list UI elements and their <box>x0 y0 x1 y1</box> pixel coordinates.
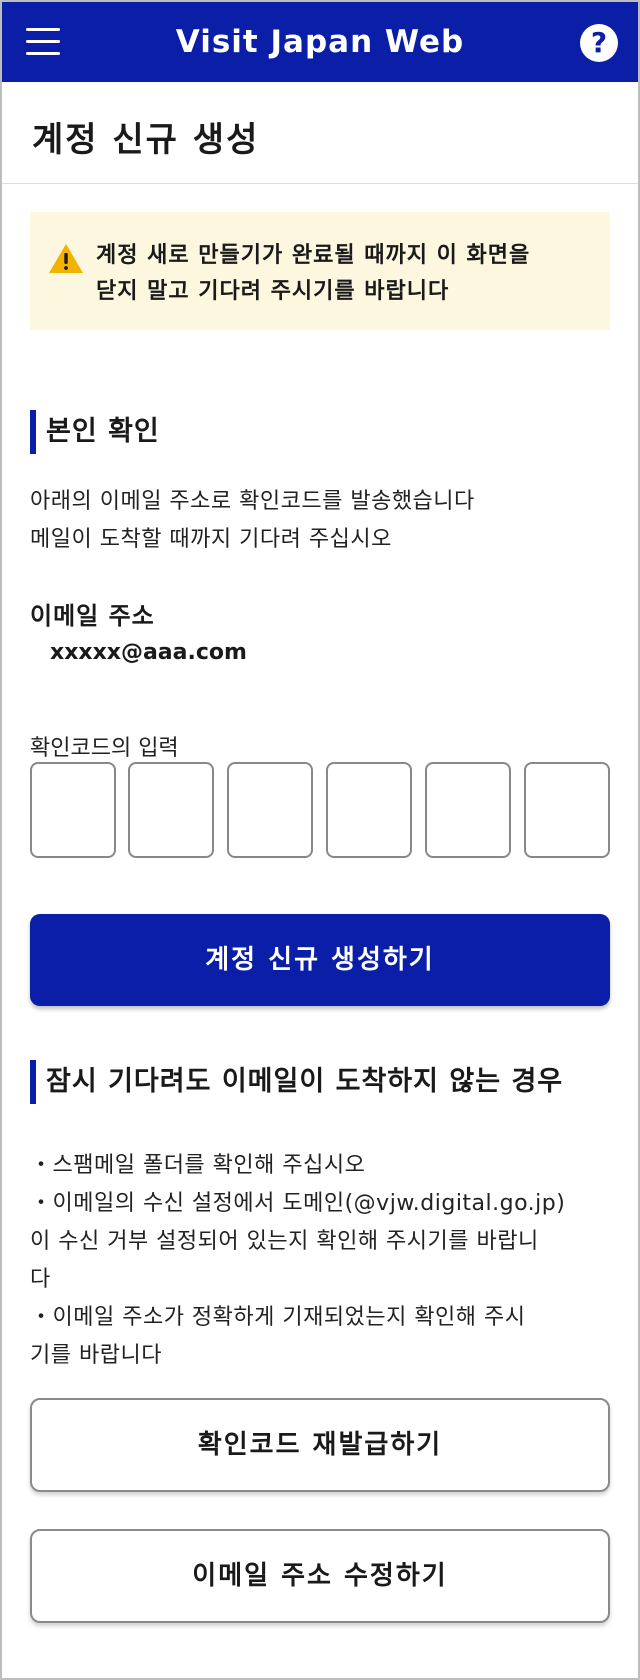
code-digit-3[interactable] <box>227 762 313 858</box>
instruction-line: 메일이 도착할 때까지 기다려 주십시오 <box>30 527 392 552</box>
create-account-button[interactable]: 계정 신규 생성하기 <box>30 914 610 1006</box>
code-digit-4[interactable] <box>326 762 412 858</box>
resend-code-button[interactable]: 확인코드 재발급하기 <box>30 1398 610 1492</box>
code-digit-5[interactable] <box>425 762 511 858</box>
warning-triangle-icon <box>49 244 83 273</box>
tip-line: 다 <box>30 1267 51 1292</box>
app-header: Visit Japan Web ? <box>2 2 638 82</box>
code-digit-2[interactable] <box>128 762 214 858</box>
identity-section-heading: 본인 확인 <box>30 410 160 454</box>
notice-line: 계정 새로 만들기가 완료될 때까지 이 화면을 <box>96 243 531 268</box>
email-value: xxxxx@aaa.com <box>50 640 247 665</box>
help-tips: ・스팸메일 폴더를 확인해 주십시오 ・이메일의 수신 설정에서 도메인(@vj… <box>30 1147 610 1375</box>
edit-email-button[interactable]: 이메일 주소 수정하기 <box>30 1529 610 1623</box>
instruction-line: 아래의 이메일 주소로 확인코드를 발송했습니다 <box>30 489 475 514</box>
tip-line: ・이메일 주소가 정확하게 기재되었는지 확인해 주시 <box>30 1305 526 1330</box>
email-label: 이메일 주소 <box>30 602 155 630</box>
tip-line: ・스팸메일 폴더를 확인해 주십시오 <box>30 1153 366 1178</box>
code-digit-1[interactable] <box>30 762 116 858</box>
help-icon[interactable]: ? <box>580 24 618 62</box>
tip-line: 기를 바랍니다 <box>30 1343 162 1368</box>
warning-notice: 계정 새로 만들기가 완료될 때까지 이 화면을 닫지 말고 기다려 주시기를 … <box>30 212 610 330</box>
notice-line: 닫지 말고 기다려 주시기를 바랍니다 <box>96 279 450 304</box>
notice-text: 계정 새로 만들기가 완료될 때까지 이 화면을 닫지 말고 기다려 주시기를 … <box>96 238 596 310</box>
app-title: Visit Japan Web <box>175 24 465 60</box>
title-divider <box>2 183 638 184</box>
page-title: 계정 신규 생성 <box>32 120 260 160</box>
code-input-label: 확인코드의 입력 <box>30 736 179 761</box>
help-section-heading: 잠시 기다려도 이메일이 도착하지 않는 경우 <box>30 1060 563 1104</box>
code-digit-6[interactable] <box>524 762 610 858</box>
identity-instructions: 아래의 이메일 주소로 확인코드를 발송했습니다 메일이 도착할 때까지 기다려… <box>30 483 610 559</box>
tip-line: ・이메일의 수신 설정에서 도메인(@vjw.digital.go.jp) <box>30 1191 566 1216</box>
tip-line: 이 수신 거부 설정되어 있는지 확인해 주시기를 바랍니 <box>30 1229 539 1254</box>
